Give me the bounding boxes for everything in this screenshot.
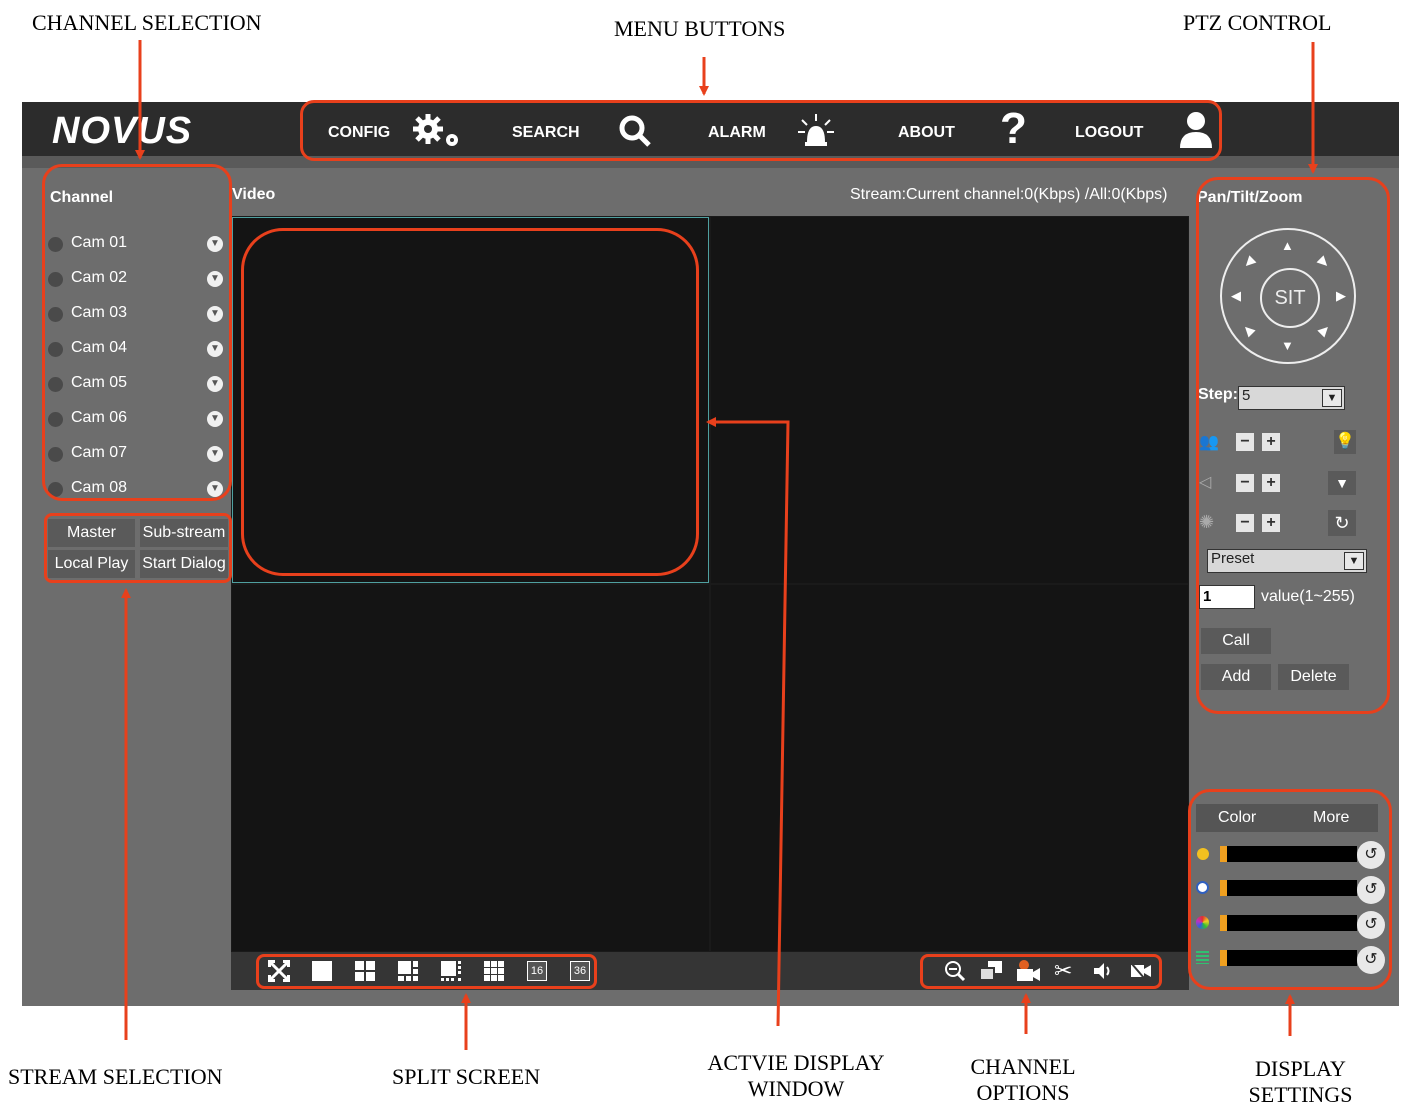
arrow-active-display-window <box>706 417 790 1027</box>
callout-arrows <box>121 40 1318 1050</box>
